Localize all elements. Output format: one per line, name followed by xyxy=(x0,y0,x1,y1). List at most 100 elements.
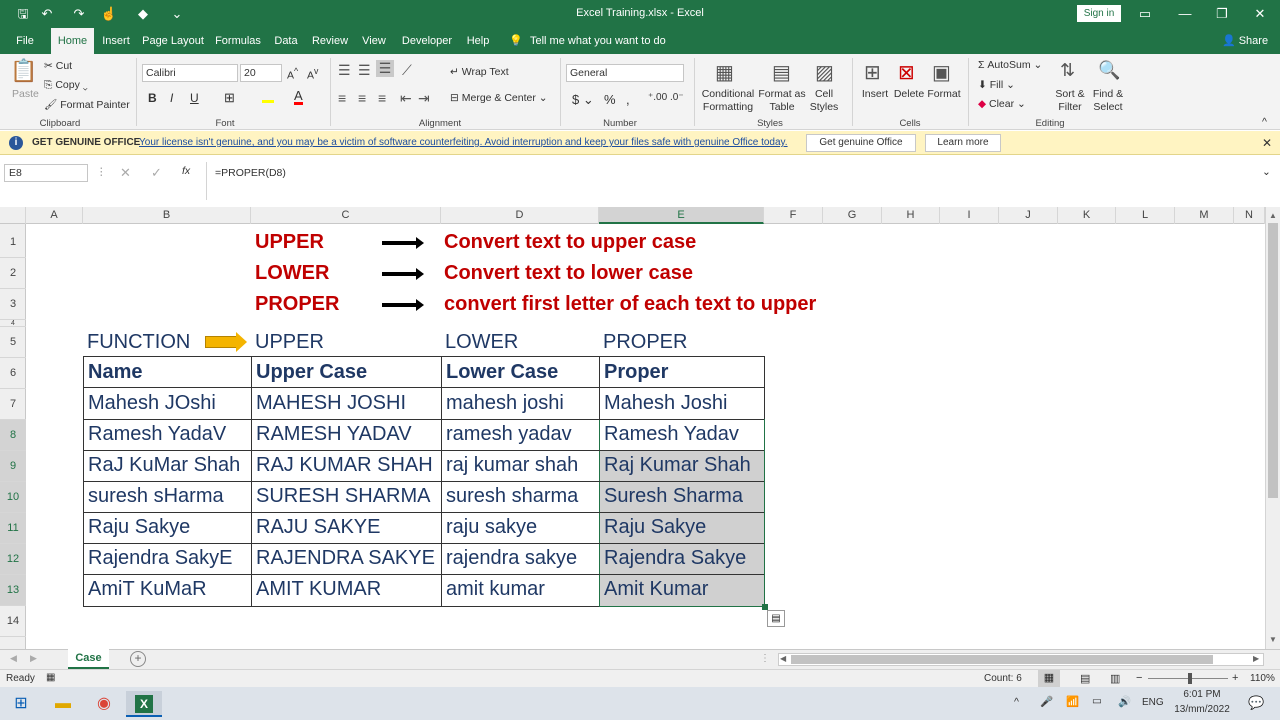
cell-d11[interactable]: raju sakye xyxy=(442,512,598,543)
col-header-m[interactable]: M xyxy=(1175,207,1234,224)
cell-c8[interactable]: RAMESH YADAV xyxy=(252,419,440,450)
file-explorer-icon[interactable]: ▬ xyxy=(50,691,76,717)
row-header-1[interactable]: 1 xyxy=(0,227,26,258)
get-genuine-office-button[interactable]: Get genuine Office xyxy=(806,134,916,152)
row-header-10[interactable]: 10 xyxy=(0,482,26,513)
page-break-view-icon[interactable]: ▥ xyxy=(1110,672,1120,685)
tab-help[interactable]: Help xyxy=(462,28,494,54)
autosum-button[interactable]: Σ AutoSum ⌄ xyxy=(978,59,1042,71)
cell-c13[interactable]: AMIT KUMAR xyxy=(252,574,440,605)
percent-icon[interactable]: % xyxy=(604,92,616,107)
cell-d5[interactable]: LOWER xyxy=(441,327,518,358)
format-as-table-icon[interactable]: ▤ xyxy=(772,60,791,85)
align-left-icon[interactable]: ≡ xyxy=(338,90,346,106)
align-top-icon[interactable]: ☰ xyxy=(338,62,351,79)
insert-button[interactable]: Insert xyxy=(858,88,892,100)
tab-formulas[interactable]: Formulas xyxy=(212,28,264,54)
cell-b10[interactable]: suresh sHarma xyxy=(84,481,250,512)
row-header-12[interactable]: 12 xyxy=(0,544,26,575)
cell-d9[interactable]: raj kumar shah xyxy=(442,450,598,481)
name-box[interactable]: E8 xyxy=(4,164,88,182)
font-name-select[interactable]: Calibri xyxy=(142,64,238,82)
scroll-thumb[interactable] xyxy=(791,655,1213,664)
cell-d8[interactable]: ramesh yadav xyxy=(442,419,598,450)
cell-c7[interactable]: MAHESH JOSHI xyxy=(252,388,440,419)
scroll-down-icon[interactable]: ▼ xyxy=(1269,635,1277,644)
cell-e7[interactable]: Mahesh Joshi xyxy=(600,388,764,419)
cell-e5[interactable]: PROPER xyxy=(599,327,687,358)
cell-d1[interactable]: Convert text to upper case xyxy=(440,227,696,258)
tab-home[interactable]: Home xyxy=(51,28,94,54)
col-header-k[interactable]: K xyxy=(1058,207,1116,224)
col-header-g[interactable]: G xyxy=(823,207,882,224)
conditional-formatting-icon[interactable]: ▦ xyxy=(715,60,734,85)
cell-b6[interactable]: Name xyxy=(84,357,250,388)
cell-d3[interactable]: convert first letter of each text to upp… xyxy=(440,289,860,320)
formula-input[interactable]: =PROPER(D8) xyxy=(215,167,286,179)
col-header-c[interactable]: C xyxy=(251,207,441,224)
cell-d6[interactable]: Lower Case xyxy=(442,357,598,388)
ribbon-display-icon[interactable]: ▭ xyxy=(1135,4,1155,24)
copy-button[interactable]: ⎘ Copy ⌄ xyxy=(44,79,88,92)
col-header-b[interactable]: B xyxy=(83,207,251,224)
cell-c9[interactable]: RAJ KUMAR SHAH xyxy=(252,450,440,481)
cell-c6[interactable]: Upper Case xyxy=(252,357,440,388)
paste-icon[interactable]: 📋 xyxy=(10,58,37,88)
cell-e13[interactable]: Amit Kumar xyxy=(600,574,764,605)
windows-start-icon[interactable]: ⊞ xyxy=(8,691,34,717)
paste-button[interactable]: Paste xyxy=(12,88,39,100)
scroll-up-icon[interactable]: ▲ xyxy=(1269,211,1277,220)
cell-e6[interactable]: Proper xyxy=(600,357,764,388)
bold-icon[interactable]: B xyxy=(148,91,157,105)
close-icon[interactable]: ✕ xyxy=(1250,4,1270,24)
tab-view[interactable]: View xyxy=(358,28,390,54)
cell-c5[interactable]: UPPER xyxy=(251,327,324,358)
next-sheet-icon[interactable]: ▶ xyxy=(30,653,37,664)
language-indicator[interactable]: ENG xyxy=(1142,697,1164,708)
cell-e12[interactable]: Rajendra Sakye xyxy=(600,543,764,574)
sign-in-button[interactable]: Sign in xyxy=(1077,5,1121,22)
col-header-j[interactable]: J xyxy=(999,207,1058,224)
underline-icon[interactable]: U xyxy=(190,91,199,105)
excel-taskbar-icon[interactable]: X xyxy=(126,691,162,717)
col-header-i[interactable]: I xyxy=(940,207,999,224)
format-as-table-button[interactable]: Format as Table xyxy=(758,88,806,114)
format-button[interactable]: Format xyxy=(926,88,962,100)
wifi-icon[interactable]: 📶 xyxy=(1066,695,1079,708)
delete-cells-icon[interactable]: ⊠ xyxy=(898,60,915,85)
format-painter-button[interactable]: 🖌 Format Painter xyxy=(44,98,130,111)
clear-button[interactable]: ◆ Clear ⌄ xyxy=(978,98,1026,110)
fill-button[interactable]: ⬇ Fill ⌄ xyxy=(978,79,1015,91)
row-header-6[interactable]: 6 xyxy=(0,358,26,389)
microphone-icon[interactable]: 🎤 xyxy=(1040,695,1053,708)
cell-c2[interactable]: LOWER xyxy=(251,258,329,289)
italic-icon[interactable]: I xyxy=(170,91,173,105)
learn-more-button[interactable]: Learn more xyxy=(925,134,1001,152)
cell-d10[interactable]: suresh sharma xyxy=(442,481,598,512)
cell-d7[interactable]: mahesh joshi xyxy=(442,388,598,419)
normal-view-icon[interactable]: ▦ xyxy=(1038,670,1060,687)
orientation-icon[interactable]: ⟋ xyxy=(402,62,412,79)
page-layout-view-icon[interactable]: ▤ xyxy=(1080,672,1090,685)
col-header-f[interactable]: F xyxy=(764,207,823,224)
chrome-icon[interactable]: ◉ xyxy=(91,691,117,717)
row-header-9[interactable]: 9 xyxy=(0,451,26,482)
increase-indent-icon[interactable]: ⇥ xyxy=(418,90,430,107)
horizontal-scrollbar[interactable]: ◀ ▶ xyxy=(778,653,1264,666)
col-header-h[interactable]: H xyxy=(882,207,940,224)
expand-formula-icon[interactable]: ⌄ xyxy=(1262,166,1271,178)
merge-center-button[interactable]: ⊟ Merge & Center ⌄ xyxy=(450,92,548,104)
prev-sheet-icon[interactable]: ◀ xyxy=(10,653,17,664)
cell-d12[interactable]: rajendra sakye xyxy=(442,543,598,574)
row-header-11[interactable]: 11 xyxy=(0,513,26,544)
find-select-icon[interactable]: 🔍 xyxy=(1098,60,1120,81)
col-header-n[interactable]: N xyxy=(1234,207,1265,224)
tab-page-layout[interactable]: Page Layout xyxy=(140,28,206,54)
cell-styles-button[interactable]: Cell Styles xyxy=(806,88,842,114)
borders-icon[interactable]: ⊞ xyxy=(224,90,235,106)
cell-d2[interactable]: Convert text to lower case xyxy=(440,258,693,289)
zoom-in-icon[interactable]: + xyxy=(1232,672,1238,684)
font-size-select[interactable]: 20 xyxy=(240,64,282,82)
battery-icon[interactable]: ▭ xyxy=(1092,695,1102,707)
zoom-level[interactable]: 110% xyxy=(1250,673,1275,684)
